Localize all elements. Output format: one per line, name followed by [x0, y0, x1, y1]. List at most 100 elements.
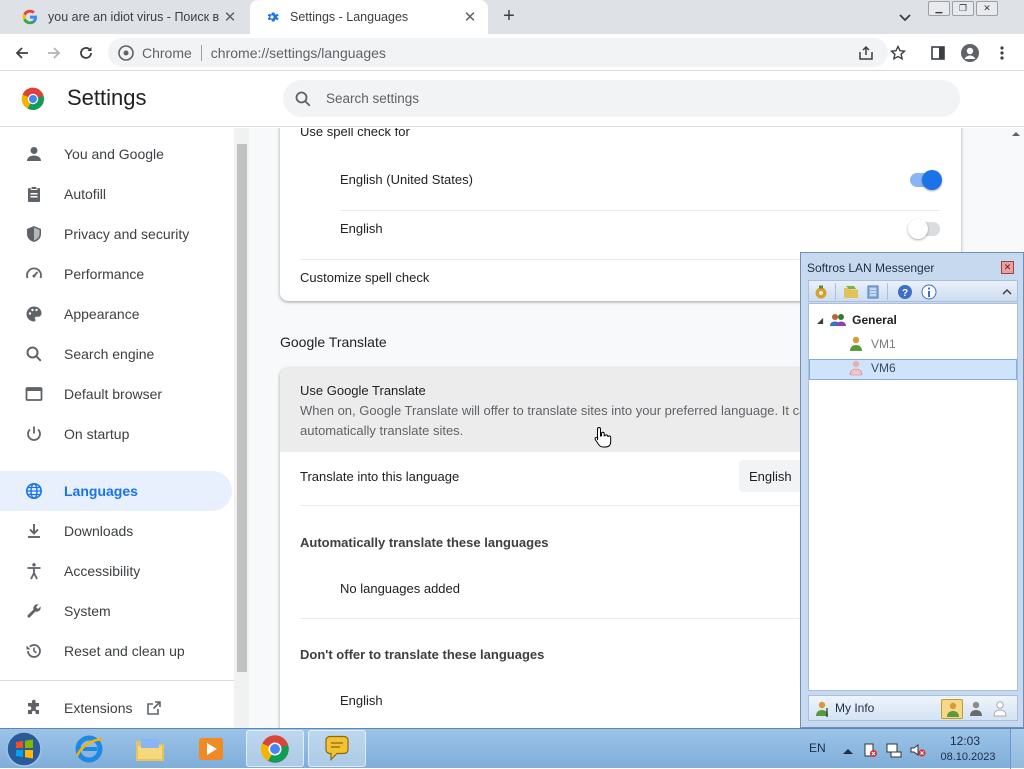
sidebar-item-label: Performance [64, 266, 145, 282]
puzzle-icon [24, 698, 44, 718]
speedometer-icon [24, 264, 44, 284]
new-tab-button[interactable]: + [498, 6, 520, 27]
side-panel-button[interactable] [928, 43, 948, 63]
sidebar-item-on-startup[interactable]: On startup [0, 414, 232, 454]
globe-icon [24, 481, 44, 501]
search-input[interactable] [326, 91, 886, 106]
spellcheck-language-label: English [340, 221, 383, 236]
tab-strip: you are an idiot virus - Поиск в Go ✕ Se… [0, 0, 1024, 34]
taskbar-lan-messenger[interactable] [308, 730, 366, 767]
history-log-icon[interactable] [865, 284, 881, 300]
sidebar-item-accessibility[interactable]: Accessibility [0, 551, 232, 591]
minimize-button[interactable]: ▁ [928, 1, 950, 16]
reload-button[interactable] [74, 41, 98, 65]
spellcheck-toggle-en[interactable] [908, 219, 940, 239]
search-icon [295, 91, 311, 106]
share-button[interactable] [856, 43, 876, 63]
restore-button[interactable]: ❐ [952, 1, 974, 16]
show-desktop-button[interactable] [1010, 729, 1024, 769]
taskbar-media-player[interactable] [182, 730, 240, 767]
share-icon [859, 45, 873, 60]
google-translate-heading: Google Translate [280, 334, 387, 350]
sidebar-item-autofill[interactable]: Autofill [0, 174, 232, 214]
settings-tool-icon[interactable] [813, 284, 829, 300]
browser-toolbar: Chrome chrome://settings/languages [0, 34, 1024, 71]
auto-translate-empty: No languages added [340, 581, 460, 596]
help-icon[interactable]: ? [897, 284, 913, 300]
address-bar[interactable]: Chrome chrome://settings/languages [108, 38, 888, 67]
back-button[interactable] [10, 41, 34, 65]
google-icon [22, 9, 37, 25]
use-google-translate-desc: automatically translate sites. [300, 423, 464, 438]
bookmark-button[interactable] [888, 43, 908, 63]
taskbar-ie[interactable] [60, 730, 118, 767]
input-language-indicator[interactable]: EN [809, 741, 826, 755]
menu-button[interactable] [992, 43, 1012, 63]
user-available-icon [947, 702, 959, 717]
collapse-icon[interactable] [999, 284, 1015, 300]
tray-expand-icon[interactable] [840, 743, 856, 759]
action-center-icon[interactable] [862, 742, 878, 758]
close-window-button[interactable]: ✕ [976, 1, 998, 16]
sidebar-item-label: Privacy and security [64, 226, 190, 242]
sidebar-item-search-engine[interactable]: Search engine [0, 334, 232, 374]
tab-search[interactable]: you are an idiot virus - Поиск в Go ✕ [8, 0, 248, 34]
sidebar-item-languages[interactable]: Languages [0, 471, 232, 511]
windows-taskbar: EN 12:03 08.10.2023 [0, 728, 1024, 769]
sidebar-item-downloads[interactable]: Downloads [0, 511, 232, 551]
search-box[interactable] [283, 80, 960, 117]
page-title: Settings [67, 85, 147, 110]
lan-close-button[interactable]: ✕ [1001, 261, 1014, 274]
clock-time[interactable]: 12:03 [940, 734, 990, 748]
folder-icon[interactable] [843, 284, 859, 300]
close-tab-icon[interactable]: ✕ [220, 7, 240, 27]
scroll-up-icon[interactable] [1012, 130, 1020, 138]
network-icon[interactable] [886, 742, 902, 758]
sidebar-item-extensions[interactable]: Extensions [0, 688, 232, 728]
user-offline-icon[interactable] [993, 701, 1007, 717]
sidebar-item-default-browser[interactable]: Default browser [0, 374, 232, 414]
reload-icon [80, 47, 92, 59]
contact-item-selected[interactable]: VM6 [849, 360, 896, 376]
sidebar-scroll-thumb[interactable] [237, 144, 247, 672]
taskbar-chrome[interactable] [246, 730, 304, 767]
never-translate-heading: Don't offer to translate these languages [300, 647, 545, 662]
contact-item[interactable]: VM1 [849, 336, 896, 352]
taskbar-explorer[interactable] [121, 730, 179, 767]
media-player-icon [199, 737, 223, 760]
clock-date[interactable]: 08.10.2023 [940, 751, 996, 763]
group-node[interactable]: ◢ General [817, 312, 897, 328]
clipboard-icon [24, 184, 44, 204]
sidebar-item-system[interactable]: System [0, 591, 232, 631]
translate-target-label: Translate into this language [300, 469, 460, 484]
user-busy-icon[interactable] [969, 701, 983, 717]
profile-button[interactable] [960, 43, 980, 63]
expand-arrow-icon[interactable]: ◢ [817, 316, 823, 325]
tab-settings[interactable]: Settings - Languages ✕ [250, 0, 488, 34]
close-tab-icon[interactable]: ✕ [460, 7, 480, 27]
user-online-icon [850, 336, 862, 351]
selected-contact-highlight [809, 359, 1017, 380]
sidebar-item-performance[interactable]: Performance [0, 254, 232, 294]
spellcheck-language-label: English (United States) [340, 172, 473, 187]
my-info-icon[interactable] [814, 700, 832, 718]
toolbar-divider [835, 283, 836, 300]
my-info-label[interactable]: My Info [835, 701, 874, 715]
sidebar-item-label: You and Google [64, 146, 164, 162]
chrome-logo-icon [21, 87, 44, 110]
sidebar-item-appearance[interactable]: Appearance [0, 294, 232, 334]
chrome-site-icon [118, 44, 134, 61]
sidebar-item-reset[interactable]: Reset and clean up [0, 631, 232, 671]
forward-button[interactable] [42, 41, 66, 65]
start-button-icon[interactable] [4, 730, 44, 768]
customize-spell-check-link[interactable]: Customize spell check [300, 270, 429, 285]
lan-contact-list: ◢ General VM1 VM6 [808, 303, 1018, 691]
site-name: Chrome [142, 44, 192, 61]
info-icon[interactable] [921, 284, 937, 300]
volume-muted-icon[interactable] [910, 742, 926, 758]
spellcheck-toggle-en-us[interactable] [910, 170, 942, 190]
status-available-button[interactable] [941, 699, 963, 719]
chevron-down-icon[interactable] [896, 8, 914, 26]
sidebar-item-you-and-google[interactable]: You and Google [0, 134, 232, 174]
sidebar-item-privacy[interactable]: Privacy and security [0, 214, 232, 254]
